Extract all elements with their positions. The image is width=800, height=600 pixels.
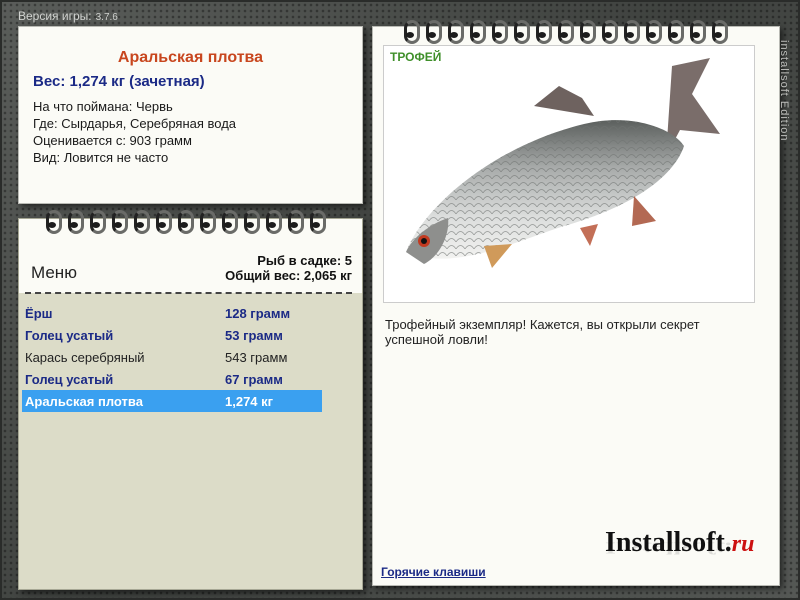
binder-rings-left	[42, 208, 328, 234]
ring-icon	[306, 208, 328, 234]
fish-details: На что поймана: Червь Где: Сырдарья, Сер…	[33, 98, 348, 166]
edition-label: installsoft Edition	[778, 40, 790, 142]
ring-icon	[218, 208, 240, 234]
ring-icon	[576, 18, 598, 44]
ring-icon	[510, 18, 532, 44]
detail-location: Где: Сырдарья, Серебряная вода	[33, 116, 237, 131]
ring-icon	[130, 208, 152, 234]
trophy-badge: ТРОФЕЙ	[390, 50, 442, 64]
ring-icon	[642, 18, 664, 44]
detail-value: Оценивается с: 903 грамм	[33, 133, 192, 148]
fish-image	[406, 58, 720, 268]
ring-icon	[152, 208, 174, 234]
detail-bait: На что поймана: Червь	[33, 99, 173, 114]
fish-weight: Вес: 1,274 кг (зачетная)	[33, 73, 205, 90]
fish-info-card: Аральская плотва Вес: 1,274 кг (зачетная…	[18, 26, 363, 204]
fish-title: Аральская плотва	[117, 49, 264, 66]
ring-icon	[708, 18, 730, 44]
ring-icon	[488, 18, 510, 44]
list-item[interactable]: Ёрш 128 грамм	[22, 302, 322, 324]
version-number: 3.7.6	[95, 12, 118, 23]
list-item-selected[interactable]: Аральская плотва 1,274 кг	[22, 390, 322, 412]
ring-icon	[174, 208, 196, 234]
ring-icon	[64, 208, 86, 234]
ring-icon	[686, 18, 708, 44]
brand-logo: Installsoft.ru	[605, 527, 755, 558]
ring-icon	[196, 208, 218, 234]
ring-icon	[86, 208, 108, 234]
ring-icon	[422, 18, 444, 44]
ring-icon	[554, 18, 576, 44]
binder-rings-right	[400, 18, 730, 44]
menu-title[interactable]: Меню	[31, 263, 77, 283]
ring-icon	[444, 18, 466, 44]
ring-icon	[262, 208, 284, 234]
ring-icon	[620, 18, 642, 44]
list-item[interactable]: Голец усатый 67 грамм	[22, 368, 322, 390]
trophy-description: Трофейный экземпляр! Кажется, вы открыли…	[385, 317, 700, 347]
ring-icon	[108, 208, 130, 234]
ring-icon	[466, 18, 488, 44]
catch-list: Ёрш 128 грамм Голец усатый 53 грамм Карась…	[22, 302, 322, 412]
divider	[25, 292, 352, 294]
fish-count: Рыб в садке: 5	[257, 253, 352, 268]
ring-icon	[42, 208, 64, 234]
hotkeys-link[interactable]: Горячие клавиши	[381, 565, 486, 579]
ring-icon	[240, 208, 262, 234]
menu-card: Меню Рыб в садке: 5 Общий вес: 2,065 кг …	[18, 218, 363, 590]
fish-photo-frame: ТРОФЕЙ	[383, 45, 755, 303]
ring-icon	[532, 18, 554, 44]
catch-stats: Рыб в садке: 5 Общий вес: 2,065 кг	[225, 253, 352, 283]
ring-icon	[284, 208, 306, 234]
trophy-card: ТРОФЕЙ Трофейный экземпляр! Кажется, вы …	[372, 26, 780, 586]
ring-icon	[400, 18, 422, 44]
detail-frequency: Вид: Ловится не часто	[33, 150, 169, 165]
game-version: Версия игры: 3.7.6	[18, 9, 118, 23]
list-item[interactable]: Голец усатый 53 грамм	[22, 324, 322, 346]
ring-icon	[664, 18, 686, 44]
ring-icon	[598, 18, 620, 44]
version-label: Версия игры:	[18, 9, 92, 23]
list-item[interactable]: Карась серебряный 543 грамм	[22, 346, 322, 368]
total-weight: Общий вес: 2,065 кг	[225, 268, 352, 283]
